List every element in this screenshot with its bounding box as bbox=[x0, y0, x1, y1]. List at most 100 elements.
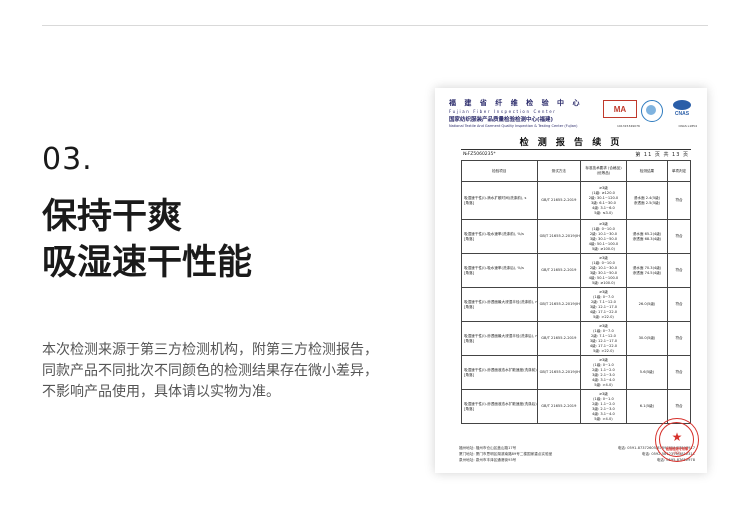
cell-line: 5级: ≥100.0) bbox=[591, 280, 615, 285]
cell-line: 5.6(5级) bbox=[639, 370, 655, 374]
cell-line: [角落] bbox=[464, 406, 474, 411]
ilac-logo bbox=[641, 100, 663, 122]
cell-line: 26.0(5级) bbox=[638, 302, 656, 306]
cell-method: GB/T 21655.2-2019 bbox=[536, 321, 582, 356]
column-header: 检测结果 bbox=[625, 160, 669, 182]
cell-line: 吸湿速干性(I)-滴水扩散时间(洗涤前), s bbox=[464, 195, 527, 200]
cell-item: 吸湿速干性(I)-渗透面最大浸湿半径(洗涤前), mm [角落] bbox=[461, 287, 538, 322]
cell-verdict: 符合 bbox=[667, 219, 691, 254]
cell-line: 吸湿速干性(I)-渗透面最大浸湿半径(洗涤后), mm bbox=[464, 333, 538, 338]
table-row: 吸湿速干性(I)-渗透面最大浸湿半径(洗涤后), mm [角落] GB/T 2165… bbox=[461, 321, 691, 356]
cell-line: 吸湿速干性(I)-渗透面液态水扩散速度(洗涤前), mm/s bbox=[464, 367, 538, 372]
cell-line: 6.1(5级) bbox=[639, 404, 655, 408]
cell-requirement: ≥3级 (1级: 0~7.0 2级: 7.1~12.0 3级: 12.1~17.0 4级… bbox=[580, 287, 627, 322]
cell-line: 吸湿速干性(I)-吸水速率(洗涤前), %/s bbox=[464, 231, 524, 236]
cell-line: [角落] bbox=[464, 236, 474, 241]
cell-requirement: ≥3级 (1级: 0~7.0 2级: 7.1~12.0 3级: 12.1~17.0 4级… bbox=[580, 321, 627, 356]
cma-logo: MA bbox=[603, 100, 637, 118]
org-name-cn2: 国家纺织服装产品质量检验检测中心(福建) bbox=[449, 117, 554, 123]
cell-line: GB/T 21655.2-2019 bbox=[541, 404, 577, 408]
cell-result: 浸水面 2.4(5级) 渗透面 2.5(5级) bbox=[625, 181, 669, 220]
cell-line: GB/T 21655.2-2019(IHOB/T 9629-2017中W×5次,… bbox=[539, 234, 580, 238]
description: 本次检测来源于第三方检测机构，附第三方检测报告， 同款产品不同批次不同颜色的检测… bbox=[42, 340, 378, 403]
cell-requirement: ≥3级 (1级: 0~10.0 2级: 10.1~30.0 3级: 30.1~50.0… bbox=[580, 253, 627, 288]
cell-method: GB/T 21655.2-2019(IHOB/T 9629-2017中W×5次,… bbox=[536, 219, 582, 254]
cell-line: [角落] bbox=[464, 338, 474, 343]
column-header: 标准技术要求 (合格品)(优等品) bbox=[580, 160, 627, 182]
cell-requirement: ≥3级 (1级: 0~10.0 2级: 10.1~30.0 3级: 30.1~50.0… bbox=[580, 219, 627, 254]
org-name-en2: National Textile And Garment Quality Ins… bbox=[449, 124, 578, 128]
cert-code: 191315349076 bbox=[617, 124, 640, 128]
table-row: 吸湿速干性(I)-渗透面最大浸湿半径(洗涤前), mm [角落] GB/T 2165… bbox=[461, 287, 691, 322]
report-header: 福 建 省 纤 维 检 验 中 心 Fujian Fiber Inspectio… bbox=[449, 98, 589, 128]
cell-line: 渗透面 68.3(4级) bbox=[632, 236, 662, 241]
seal-star-icon: ★ bbox=[671, 430, 683, 444]
cnas-logo-text: CNAS bbox=[674, 111, 690, 117]
cell-method: GB/T 21655.2-2019 bbox=[536, 389, 582, 424]
cell-line: GB/T 21655.2-2019(IHOB/T 9629-2017中W×5次,… bbox=[539, 302, 580, 306]
description-line-3: 不影响产品使用，具体请以实物为准。 bbox=[42, 384, 280, 400]
cnas-logo: CNAS bbox=[667, 100, 697, 120]
cell-item: 吸湿速干性(I)-吸水速率(洗涤后), %/s [角落] bbox=[461, 253, 538, 288]
cell-line: [角落] bbox=[464, 200, 474, 205]
cell-item: 吸湿速干性(I)-渗透面液态水扩散速度(洗涤后), mm/s[角落] bbox=[461, 389, 538, 424]
cell-line: GB/T 21655.2-2019 bbox=[541, 336, 577, 340]
cell-verdict: 符合 bbox=[667, 181, 691, 220]
column-header: 单项判定 bbox=[667, 160, 691, 182]
footer-row: 泉州地址: 泉州市丰泽区通港街93号 电话: 0595-87652978 bbox=[459, 457, 695, 463]
report-title-rule bbox=[461, 149, 691, 150]
section-number: 03. bbox=[42, 142, 93, 177]
footer-address: 泉州地址: 泉州市丰泽区通港街93号 bbox=[459, 458, 517, 462]
cell-requirement: ≥3级 (1级: 0~1.0 2级: 1.1~2.0 3级: 2.1~3.0 4级: 3… bbox=[580, 355, 627, 390]
cell-line: [角落] bbox=[464, 270, 474, 275]
cell-verdict: 符合 bbox=[667, 253, 691, 288]
cell-requirement: ≥3级 (1级: 0~1.0 2级: 1.1~2.0 3级: 2.1~3.0 4级: 3… bbox=[580, 389, 627, 424]
cell-item: 吸湿速干性(I)-滴水扩散时间(洗涤前), s [角落] bbox=[461, 181, 538, 220]
cell-line: [角落] bbox=[464, 372, 474, 377]
table-row: 吸湿速干性(I)-渗透面液态水扩散速度(洗涤后), mm/s[角落]GB/T 2… bbox=[461, 389, 691, 424]
cell-line: 渗透面 74.5(4级) bbox=[632, 270, 662, 275]
cell-line: 渗透面 2.5(5级) bbox=[633, 200, 661, 205]
cell-line: 4级: 50.1~100.0 bbox=[588, 241, 619, 246]
cell-line: 5级: ≤3.0) bbox=[594, 210, 613, 215]
org-name-en: Fujian Fiber Inspection Center bbox=[449, 109, 557, 114]
cell-result: 30.0(5级) bbox=[625, 321, 669, 356]
cell-result: 浸水面 65.2(4级) 渗透面 68.3(4级) bbox=[625, 219, 669, 254]
headline: 保持干爽 吸湿速干性能 bbox=[42, 194, 252, 286]
cell-line: 浸水面 65.2(4级) bbox=[632, 231, 662, 236]
cell-line: 吸湿速干性(I)-渗透面液态水扩散速度(洗涤后), mm/s bbox=[464, 401, 538, 406]
cell-verdict: 符合 bbox=[667, 355, 691, 390]
seal-number: (92) bbox=[673, 451, 681, 455]
report-number: №FZ5060235* bbox=[463, 152, 496, 157]
cell-line: 5级: >22.0) bbox=[593, 314, 614, 319]
headline-line-1: 保持干爽 bbox=[42, 197, 183, 237]
cell-line: 5级: >4.0) bbox=[594, 416, 613, 421]
cell-line: 5级: ≥100.0) bbox=[591, 246, 615, 251]
cert-code: CNAS L1854 bbox=[678, 124, 697, 128]
cell-method: GB/T 21655.2-2019(IHOB/T 9629-2017中W×5次,… bbox=[536, 355, 582, 390]
description-line-2: 同款产品不同批次不同颜色的检测结果存在微小差异， bbox=[42, 363, 378, 379]
cell-line: GB/T 21655.2-2019 bbox=[541, 198, 577, 202]
report-table: 检验项目 测试方法 标准技术要求 (合格品)(优等品) 检测结果 单项判定 吸湿… bbox=[461, 160, 691, 424]
top-divider bbox=[42, 25, 708, 26]
cell-method: GB/T 21655.2-2019 bbox=[536, 253, 582, 288]
cell-method: GB/T 21655.2-2019(IHOB/T 9629-2017中W×5次,… bbox=[536, 287, 582, 322]
cell-line: 4级: 50.1~100.0 bbox=[588, 275, 619, 280]
cell-method: GB/T 21655.2-2019 bbox=[536, 181, 582, 220]
cell-line: 浸水面 2.4(5级) bbox=[633, 195, 661, 200]
report-page-info: 第 11 页 共 13 页 bbox=[635, 152, 689, 158]
cell-line: 2级: 30.1~120.0 bbox=[588, 195, 619, 200]
table-row: 吸湿速干性(I)-吸水速率(洗涤后), %/s [角落] GB/T 21655.2-… bbox=[461, 253, 691, 288]
cell-result: 浸水面 70.3(4级) 渗透面 74.5(4级) bbox=[625, 253, 669, 288]
column-header: 检验项目 bbox=[461, 160, 538, 182]
test-report-image: 福 建 省 纤 维 检 验 中 心 Fujian Fiber Inspectio… bbox=[435, 88, 707, 473]
official-seal-stamp: ★ 检验检测专用章 (92) bbox=[655, 418, 699, 462]
headline-line-2: 吸湿速干性能 bbox=[42, 243, 253, 283]
table-row: 吸湿速干性(I)-渗透面液态水扩散速度(洗涤前), mm/s[角落] GB/T 2… bbox=[461, 355, 691, 390]
cell-line: GB/T 21655.2-2019 bbox=[541, 268, 577, 272]
cert-codes: 191315349076 CNAS L1854 bbox=[617, 124, 697, 128]
cell-line: 30.0(5级) bbox=[638, 336, 656, 340]
cell-requirement: ≥3级 (1级: ≥120.0 2级: 30.1~120.0 3级: 6.1~30.0… bbox=[580, 181, 627, 220]
report-title: 检 测 报 告 续 页 bbox=[519, 138, 623, 148]
cell-verdict: 符合 bbox=[667, 321, 691, 356]
